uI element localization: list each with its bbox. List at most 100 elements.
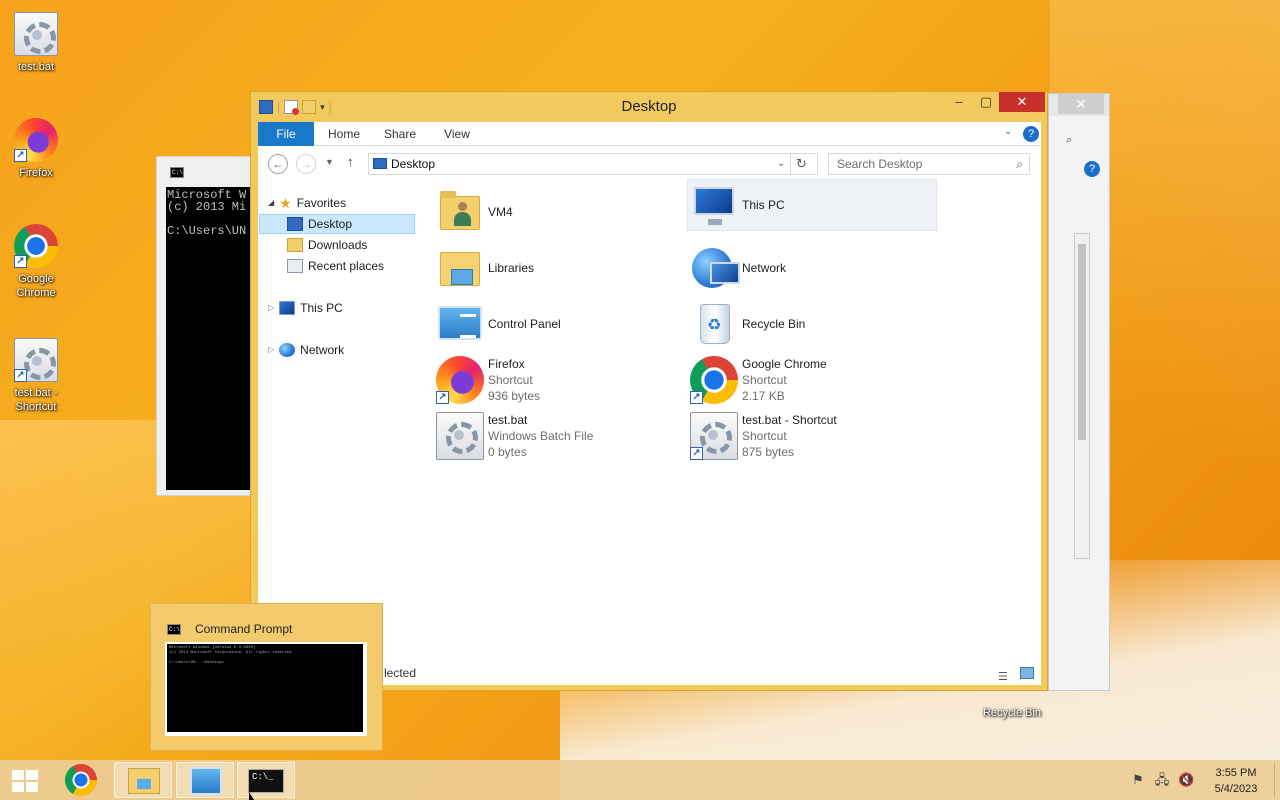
- file-explorer-window[interactable]: | ▾ | Desktop – ▢ ✕ File Home Share View…: [250, 91, 1048, 691]
- item-type: Shortcut: [488, 373, 533, 387]
- list-item[interactable]: ↗ test.bat - Shortcut Shortcut 875 bytes: [690, 410, 940, 462]
- start-button[interactable]: [0, 762, 50, 798]
- nav-downloads[interactable]: Downloads: [287, 235, 367, 255]
- item-size: 0 bytes: [488, 445, 527, 459]
- large-icons-view-icon[interactable]: [1020, 667, 1034, 679]
- item-name: Google Chrome: [742, 357, 827, 371]
- clock-date: 5/4/2023: [1214, 783, 1258, 795]
- maximize-button[interactable]: ▢: [973, 92, 999, 112]
- libraries-icon: [436, 244, 484, 292]
- nav-network[interactable]: ▷ Network: [268, 340, 344, 360]
- refresh-button[interactable]: ↻: [790, 154, 812, 174]
- item-name: test.bat: [488, 413, 528, 427]
- nav-label: Network: [300, 343, 345, 357]
- scrollbar-thumb[interactable]: [1078, 244, 1086, 440]
- close-button[interactable]: ✕: [999, 92, 1045, 112]
- cmd-icon: C:\_: [248, 769, 284, 793]
- item-name: Libraries: [488, 261, 535, 275]
- back-button[interactable]: ←: [268, 154, 288, 174]
- batch-file-icon: ↗: [14, 338, 58, 382]
- desktop-icon-firefox[interactable]: ↗ Firefox: [0, 118, 72, 180]
- item-name: Recycle Bin: [742, 317, 806, 331]
- expand-icon[interactable]: ▷: [268, 340, 274, 360]
- list-item[interactable]: This PC: [687, 179, 937, 231]
- tab-home[interactable]: Home: [322, 122, 366, 146]
- expand-icon[interactable]: ◢: [268, 193, 274, 213]
- firefox-icon: ↗: [14, 118, 58, 162]
- tab-share[interactable]: Share: [378, 122, 422, 146]
- clock-time: 3:55 PM: [1215, 767, 1257, 779]
- window-title: Desktop: [621, 98, 677, 115]
- desktop-icon: [287, 217, 303, 231]
- list-item[interactable]: ↗ Firefox Shortcut 936 bytes: [436, 354, 686, 406]
- search-placeholder: Search Desktop: [837, 157, 923, 171]
- taskbar-control-panel-button[interactable]: [176, 762, 234, 798]
- list-item[interactable]: Recycle Bin: [690, 298, 940, 350]
- nav-favorites[interactable]: ◢ ★ Favorites: [268, 193, 346, 213]
- nav-label: Downloads: [308, 238, 368, 252]
- chevron-down-icon[interactable]: ⌄: [777, 154, 785, 174]
- taskbar-chrome-button[interactable]: [52, 762, 110, 798]
- list-item[interactable]: Control Panel: [436, 298, 686, 350]
- computer-icon: [690, 181, 738, 229]
- console-output[interactable]: Microsoft W (c) 2013 Mi C:\Users\UN: [166, 187, 253, 490]
- cmd-icon: C:\: [170, 167, 184, 178]
- list-item[interactable]: Libraries: [436, 242, 686, 294]
- user-folder-icon: [436, 188, 484, 236]
- address-bar-row: ← → ▼ ↑ Desktop ⌄ ↻ Search Desktop ⌕: [258, 146, 1041, 182]
- expand-icon[interactable]: ▷: [268, 298, 274, 318]
- chrome-icon: ↗: [14, 224, 58, 268]
- search-input[interactable]: Search Desktop ⌕: [828, 153, 1030, 175]
- taskbar-command-prompt-button[interactable]: C:\_: [237, 762, 295, 798]
- network-status-icon[interactable]: 🖧: [1154, 772, 1170, 788]
- chevron-down-icon[interactable]: ⌄: [1004, 126, 1012, 137]
- tab-view[interactable]: View: [436, 122, 478, 146]
- help-icon[interactable]: ?: [1023, 126, 1039, 142]
- item-name: test.bat - Shortcut: [742, 413, 837, 427]
- desktop-icon-test-bat[interactable]: test.bat: [0, 12, 72, 74]
- desktop-icon-chrome[interactable]: ↗ Google Chrome: [0, 224, 72, 300]
- action-center-flag-icon[interactable]: ⚑: [1130, 772, 1146, 788]
- forward-button[interactable]: →: [296, 154, 316, 174]
- minimize-button[interactable]: –: [945, 92, 973, 112]
- list-item[interactable]: VM4: [436, 186, 686, 238]
- command-prompt-window[interactable]: C:\ Microsoft W (c) 2013 Mi C:\Users\UN: [156, 156, 253, 496]
- star-icon: ★: [279, 195, 292, 211]
- list-item[interactable]: ↗ Google Chrome Shortcut 2.17 KB: [690, 354, 940, 406]
- folder-icon: [128, 768, 160, 794]
- desktop-icon-test-bat-shortcut[interactable]: ↗ test.bat - Shortcut: [0, 338, 72, 414]
- details-view-icon[interactable]: ☰: [998, 666, 1008, 688]
- item-name: This PC: [742, 198, 785, 212]
- nav-label: Recent places: [308, 259, 385, 273]
- batch-file-icon: ↗: [690, 412, 738, 460]
- mouse-cursor: [249, 792, 254, 800]
- preview-image[interactable]: Microsoft Windows [Version 6.3.9600] (c) …: [165, 642, 367, 736]
- list-item[interactable]: Network: [690, 242, 940, 294]
- desktop-icon-label: Firefox: [19, 167, 53, 179]
- chrome-icon: [65, 764, 97, 796]
- desktop-icon-label: test.bat: [17, 61, 55, 73]
- volume-muted-icon[interactable]: 🔇: [1178, 772, 1194, 788]
- help-icon[interactable]: ?: [1084, 161, 1100, 177]
- taskbar-file-explorer-button[interactable]: [114, 762, 172, 798]
- address-input[interactable]: Desktop ⌄: [368, 153, 818, 175]
- nav-this-pc[interactable]: ▷ This PC: [268, 298, 343, 318]
- up-arrow-icon[interactable]: ↑: [347, 154, 354, 169]
- item-type: Shortcut: [742, 373, 787, 387]
- list-item[interactable]: test.bat Windows Batch File 0 bytes: [436, 410, 686, 462]
- tab-file[interactable]: File: [258, 122, 314, 146]
- close-icon[interactable]: ✕: [1058, 94, 1104, 114]
- recent-locations-icon[interactable]: ▼: [325, 157, 334, 167]
- nav-desktop[interactable]: Desktop: [259, 214, 415, 234]
- title-bar[interactable]: | ▾ | Desktop – ▢ ✕: [251, 92, 1047, 122]
- nav-label: This PC: [300, 301, 343, 315]
- item-type: Shortcut: [742, 429, 787, 443]
- show-desktop-button[interactable]: [1274, 762, 1280, 798]
- preview-title: Command Prompt: [195, 622, 293, 636]
- nav-recent-places[interactable]: Recent places: [287, 256, 384, 276]
- system-clock[interactable]: 3:55 PM 5/4/2023: [1206, 765, 1266, 797]
- search-icon[interactable]: ⌕: [1066, 134, 1072, 147]
- taskbar-thumbnail-preview[interactable]: C:\ Command Prompt Microsoft Windows [Ve…: [150, 603, 383, 751]
- scrollbar[interactable]: [1074, 233, 1090, 559]
- batch-file-icon: [436, 412, 484, 460]
